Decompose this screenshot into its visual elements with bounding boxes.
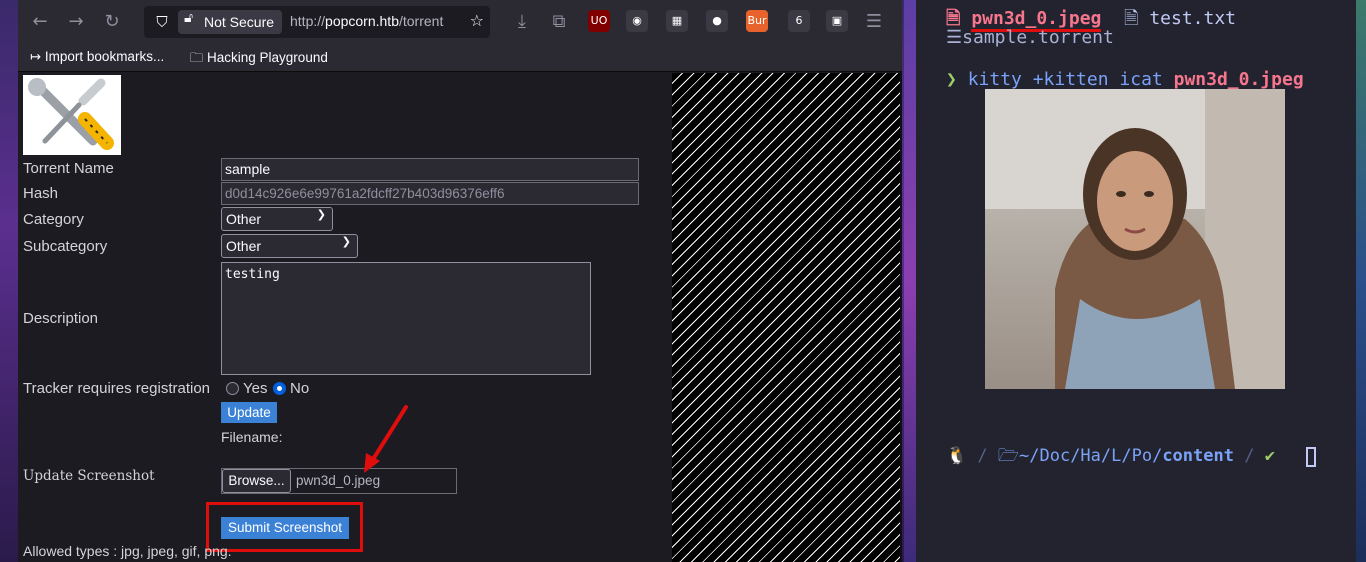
wrench-screwdriver-icon xyxy=(28,78,114,150)
chevron-down-icon: ❯ xyxy=(341,235,351,248)
bookmark-star-icon[interactable]: ☆ xyxy=(470,11,484,30)
update-button[interactable]: Update xyxy=(221,402,277,423)
subcategory-label: Subcategory xyxy=(23,238,108,255)
burp-proxy-icon[interactable]: Bur xyxy=(746,10,768,32)
privacy-badger-icon[interactable]: ◉ xyxy=(626,10,648,32)
prompt-chevron-icon: ❯ xyxy=(946,69,957,90)
wallpaper-edge-right xyxy=(1356,0,1366,562)
import-icon: ↦ xyxy=(30,50,41,65)
tracker-no-label: No xyxy=(290,380,310,397)
portrait-photo xyxy=(985,89,1285,389)
container-badge-icon[interactable]: 6 xyxy=(788,10,810,32)
url-text[interactable]: http://popcorn.htb/torrent xyxy=(290,13,458,29)
folder-open-icon: 🗁 xyxy=(997,446,1020,466)
hash-label: Hash xyxy=(23,185,59,202)
tracker-no-radio[interactable] xyxy=(273,382,286,395)
description-textarea[interactable]: testing xyxy=(221,262,591,375)
torrent-name-label: Torrent Name xyxy=(23,160,114,177)
tools-logo xyxy=(23,75,121,155)
file-entry-test: 🗎 test.txt xyxy=(1124,8,1237,29)
url-bar[interactable]: ⛉ 🔓︎ Not Secure http://popcorn.htb/torre… xyxy=(144,6,490,38)
terminal-command-line: ❯ kitty +kitten icat pwn3d_0.jpeg xyxy=(946,69,1304,90)
folder-icon: 🗀 xyxy=(190,51,204,66)
hash-input[interactable]: d0d14c926e6e99761a2fdcff27b403d96376eff6 xyxy=(221,182,639,205)
image-file-icon: 🗎 xyxy=(946,8,961,29)
linux-penguin-icon: 🐧 xyxy=(946,446,968,466)
not-secure-badge[interactable]: 🔓︎ Not Secure xyxy=(178,10,283,34)
tracker-yes-label: Yes xyxy=(243,380,268,397)
shell-prompt: 🐧 / 🗁~/Doc/Ha/L/Po/content / ✔ xyxy=(946,446,1275,466)
cookie-icon[interactable]: ● xyxy=(706,10,728,32)
torrent-name-input[interactable]: sample xyxy=(221,158,639,181)
description-label: Description xyxy=(23,310,99,327)
terminal-cursor[interactable] xyxy=(1306,447,1316,467)
chevron-down-icon: ❯ xyxy=(316,208,326,221)
wallpaper-edge xyxy=(904,0,916,562)
download-icon[interactable]: ⤓ xyxy=(508,8,536,36)
screenshot-file-input[interactable]: Browse... pwn3d_0.jpeg xyxy=(221,468,457,494)
allowed-types-note: Allowed types : jpg, jpeg, gif, png. xyxy=(23,543,232,559)
tracker-registration-label: Tracker requires registration xyxy=(23,380,211,397)
terminal-window: 🗎 pwn3d_0.jpeg 🗎 test.txt ☰sample.torren… xyxy=(904,0,1366,562)
menu-hamburger-icon[interactable]: ☰ xyxy=(860,8,888,36)
forward-arrow-icon[interactable]: → xyxy=(62,8,90,36)
extensions-puzzle-icon[interactable]: ⧉ xyxy=(545,8,573,36)
browser-window: ← → ↻ ⛉ 🔓︎ Not Secure http://popcorn.htb… xyxy=(18,0,902,562)
bookmark-hacking-playground[interactable]: 🗀 Hacking Playground xyxy=(190,49,328,71)
page-content: Torrent Name sample Hash d0d14c926e6e997… xyxy=(18,73,900,562)
bookmark-import[interactable]: ↦ Import bookmarks... xyxy=(30,49,164,65)
update-screenshot-label: Update Screenshot xyxy=(23,468,155,484)
displayed-image xyxy=(985,89,1285,389)
qr-code-icon[interactable]: ▦ xyxy=(666,10,688,32)
category-label: Category xyxy=(23,211,84,228)
screenshot-icon[interactable]: ▣ xyxy=(826,10,848,32)
torrent-file-icon: ☰ xyxy=(946,27,963,48)
filename-label: Filename: xyxy=(221,429,283,445)
hatched-background xyxy=(672,73,900,562)
tracker-yes-radio[interactable] xyxy=(226,382,239,395)
red-arrow-annotation xyxy=(364,405,408,473)
browse-button[interactable]: Browse... xyxy=(222,469,291,493)
prompt-current-dir: content xyxy=(1162,446,1234,466)
reload-icon[interactable]: ↻ xyxy=(98,8,126,36)
category-select[interactable]: Other ❯ xyxy=(221,207,333,231)
success-check-icon: ✔ xyxy=(1264,446,1275,466)
shield-icon[interactable]: ⛉ xyxy=(152,12,172,32)
subcategory-select[interactable]: Other ❯ xyxy=(221,234,358,258)
back-arrow-icon[interactable]: ← xyxy=(26,8,54,36)
file-entry-sample-torrent: ☰sample.torrent xyxy=(946,27,1114,48)
ublock-origin-icon[interactable]: UO xyxy=(588,10,610,32)
selected-file-name: pwn3d_0.jpeg xyxy=(296,473,381,488)
text-file-icon: 🗎 xyxy=(1124,8,1139,29)
bookmarks-bar: ↦ Import bookmarks... 🗀 Hacking Playground xyxy=(18,44,902,72)
broken-lock-icon: 🔓︎ xyxy=(184,10,194,26)
browser-toolbar: ← → ↻ ⛉ 🔓︎ Not Secure http://popcorn.htb… xyxy=(18,0,902,44)
prompt-path: ~/Doc/Ha/L/Po/ xyxy=(1019,446,1163,466)
